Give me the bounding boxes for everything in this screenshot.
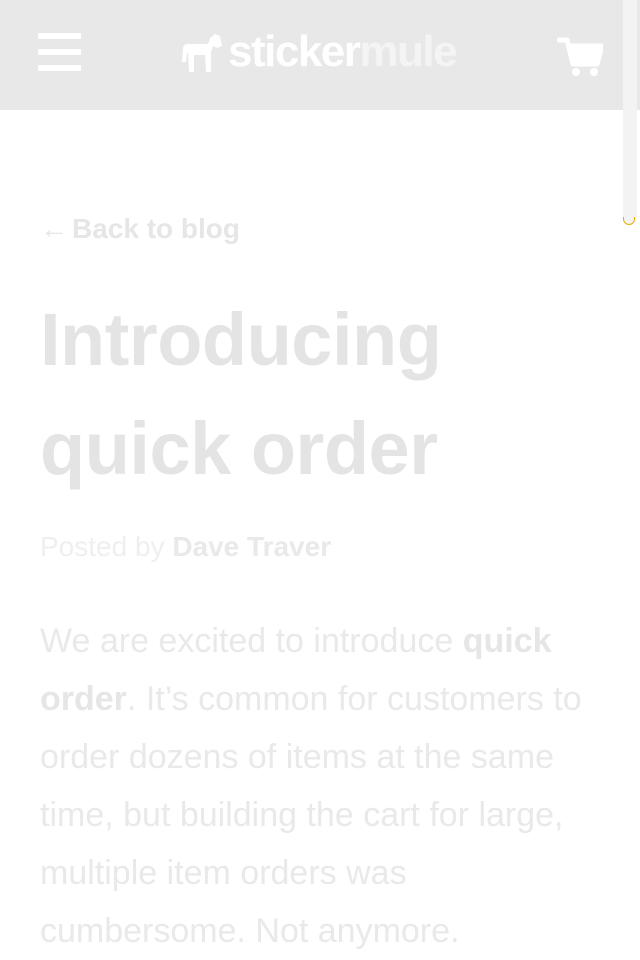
intro-text-start: We are excited to introduce (40, 622, 454, 660)
byline-prefix: Posted by (40, 531, 165, 562)
article-byline: Posted by Dave Traver (40, 529, 331, 565)
sticker-mule-logo[interactable]: sticker mule (180, 27, 458, 76)
site-header: sticker mule (0, 0, 640, 110)
logo-wordmark-sticker: sticker (228, 27, 361, 76)
horse-logo-icon (182, 34, 222, 72)
back-to-blog-link[interactable]: ← Back to blog (40, 211, 240, 247)
author-link[interactable]: Dave Traver (172, 531, 331, 562)
logo-wordmark-mule: mule (359, 27, 457, 76)
intro-text-end: . It’s common for customers to order doz… (40, 680, 582, 950)
back-to-blog-label: Back to blog (72, 213, 241, 244)
back-arrow-icon: ← (40, 213, 68, 244)
article-title: Introducing quick order (40, 298, 442, 490)
article-intro-paragraph: We are excited to introduce quick order.… (40, 612, 600, 960)
page-scrollbar[interactable] (623, 0, 637, 224)
scrollbar-thumb-end (623, 217, 635, 225)
shopping-cart-icon[interactable] (556, 36, 605, 78)
hamburger-menu-icon[interactable] (38, 33, 82, 73)
